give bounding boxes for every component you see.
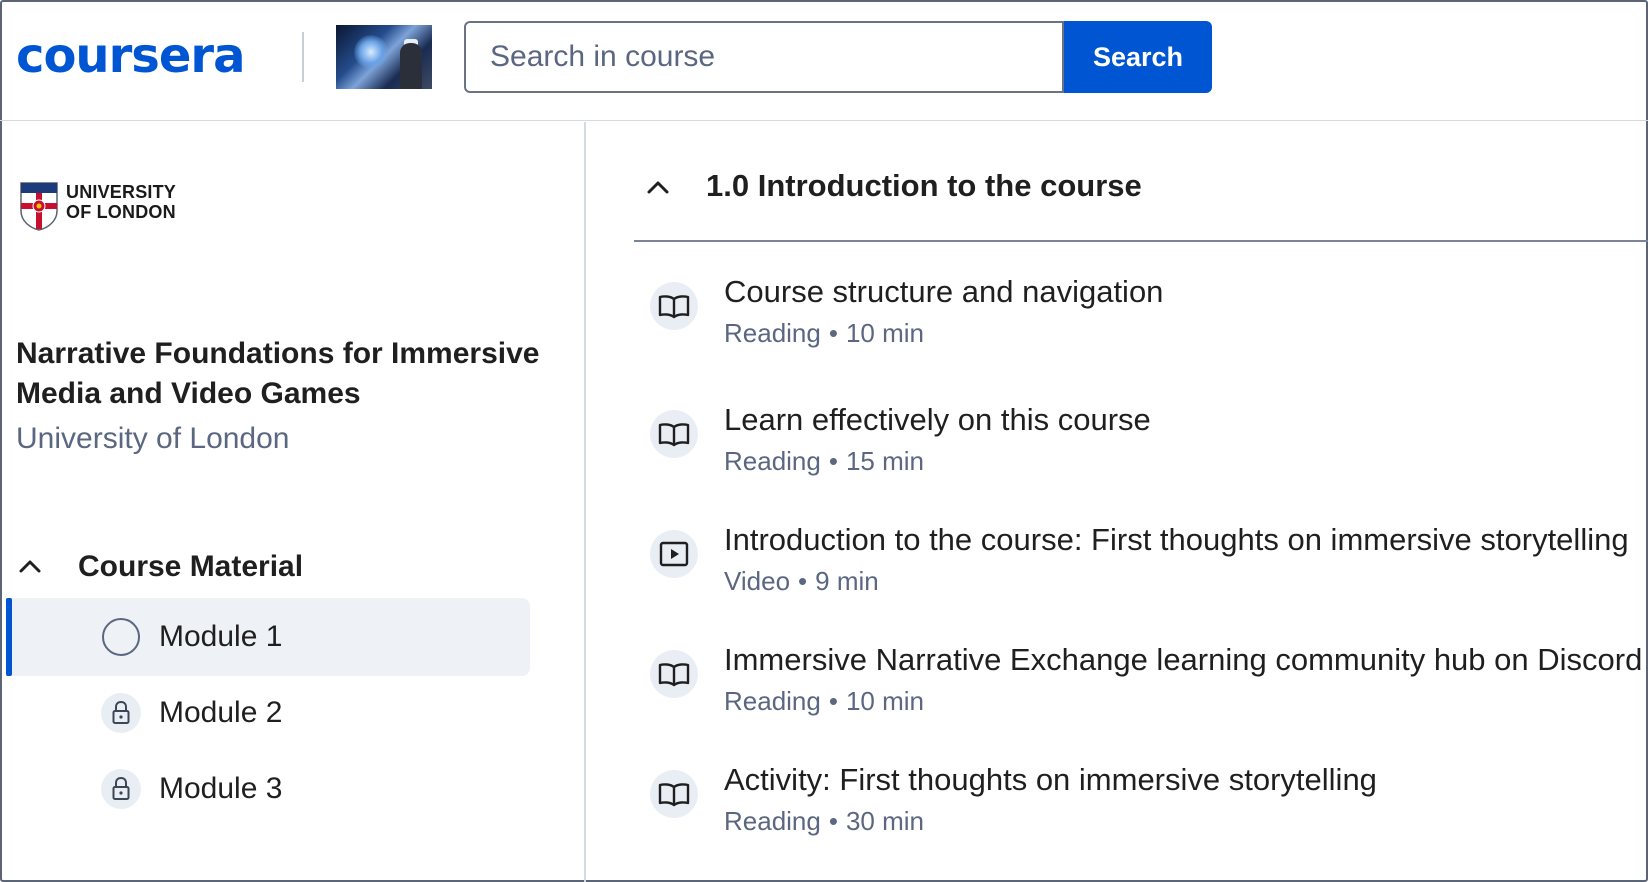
course-partner: University of London <box>16 422 290 455</box>
item-icon-wrap <box>650 770 698 818</box>
course-thumbnail[interactable] <box>336 25 432 89</box>
item-meta: Reading • 10 min <box>724 686 925 716</box>
play-icon <box>659 541 689 567</box>
list-item[interactable]: Immersive Narrative Exchange learning co… <box>650 642 1642 750</box>
item-icon-wrap <box>650 410 698 458</box>
item-meta: Video • 9 min <box>724 566 879 596</box>
item-type: Reading <box>724 686 821 716</box>
search-input[interactable] <box>466 23 1062 91</box>
item-title: Introduction to the course: First though… <box>724 522 1629 557</box>
lesson-section-header[interactable]: 1.0 Introduction to the course <box>634 150 1648 242</box>
lock-icon <box>101 769 141 809</box>
book-icon <box>658 663 690 687</box>
progress-circle-icon <box>102 618 140 656</box>
list-item[interactable]: Course structure and navigation Reading •… <box>650 274 1640 382</box>
university-logo[interactable]: UNIVERSITY OF LONDON <box>18 179 188 233</box>
item-icon-wrap <box>650 282 698 330</box>
item-type: Reading <box>724 446 821 476</box>
book-icon <box>658 423 690 447</box>
item-type: Reading <box>724 806 821 836</box>
course-sidebar: UNIVERSITY OF LONDON Narrative Foundatio… <box>0 122 586 882</box>
sidebar-item-module-1[interactable]: Module 1 <box>6 598 530 676</box>
course-material-label: Course Material <box>78 550 304 583</box>
thumbnail-figure <box>400 43 422 89</box>
item-title: Immersive Narrative Exchange learning co… <box>724 642 1643 677</box>
sidebar-item-module-3[interactable]: Module 3 <box>6 750 530 828</box>
item-type: Video <box>724 566 791 596</box>
header-divider <box>302 32 304 82</box>
book-icon <box>658 295 690 319</box>
thumbnail-glow <box>354 35 388 69</box>
top-header: coursera Search <box>0 0 1648 121</box>
item-duration: 15 min <box>845 446 925 476</box>
chevron-up-icon <box>19 560 41 573</box>
university-logo-line2: OF LONDON <box>66 202 176 222</box>
item-duration: 10 min <box>845 318 925 348</box>
item-meta: Reading • 30 min <box>724 806 925 836</box>
item-duration: 9 min <box>815 566 879 596</box>
item-icon-wrap <box>650 650 698 698</box>
coursera-logo[interactable]: coursera <box>16 26 245 86</box>
sidebar-item-module-2[interactable]: Module 2 <box>6 674 530 752</box>
item-duration: 30 min <box>845 806 925 836</box>
list-item[interactable]: Introduction to the course: First though… <box>650 522 1640 630</box>
search-field[interactable] <box>464 21 1064 93</box>
university-shield-icon <box>20 182 58 231</box>
course-title: Narrative Foundations for Immersive Medi… <box>16 337 540 410</box>
item-meta: Reading • 10 min <box>724 318 925 348</box>
search-button[interactable]: Search <box>1064 21 1212 93</box>
module-label: Module 2 <box>159 696 283 729</box>
list-item[interactable]: Learn effectively on this course Reading… <box>650 402 1640 510</box>
module-label: Module 3 <box>159 772 283 805</box>
course-material-toggle[interactable]: Course Material <box>16 542 516 592</box>
item-type: Reading <box>724 318 821 348</box>
module-label: Module 1 <box>159 620 283 653</box>
chevron-up-icon <box>647 181 669 194</box>
item-meta: Reading • 15 min <box>724 446 925 476</box>
book-icon <box>658 783 690 807</box>
university-logo-line1: UNIVERSITY <box>66 182 177 202</box>
list-item[interactable]: Activity: First thoughts on immersive st… <box>650 762 1640 870</box>
item-title: Activity: First thoughts on immersive st… <box>724 762 1377 797</box>
item-duration: 10 min <box>845 686 925 716</box>
lesson-title: 1.0 Introduction to the course <box>706 168 1142 203</box>
item-icon-wrap <box>650 530 698 578</box>
item-title: Course structure and navigation <box>724 274 1164 309</box>
lock-icon <box>101 693 141 733</box>
item-title: Learn effectively on this course <box>724 402 1151 437</box>
